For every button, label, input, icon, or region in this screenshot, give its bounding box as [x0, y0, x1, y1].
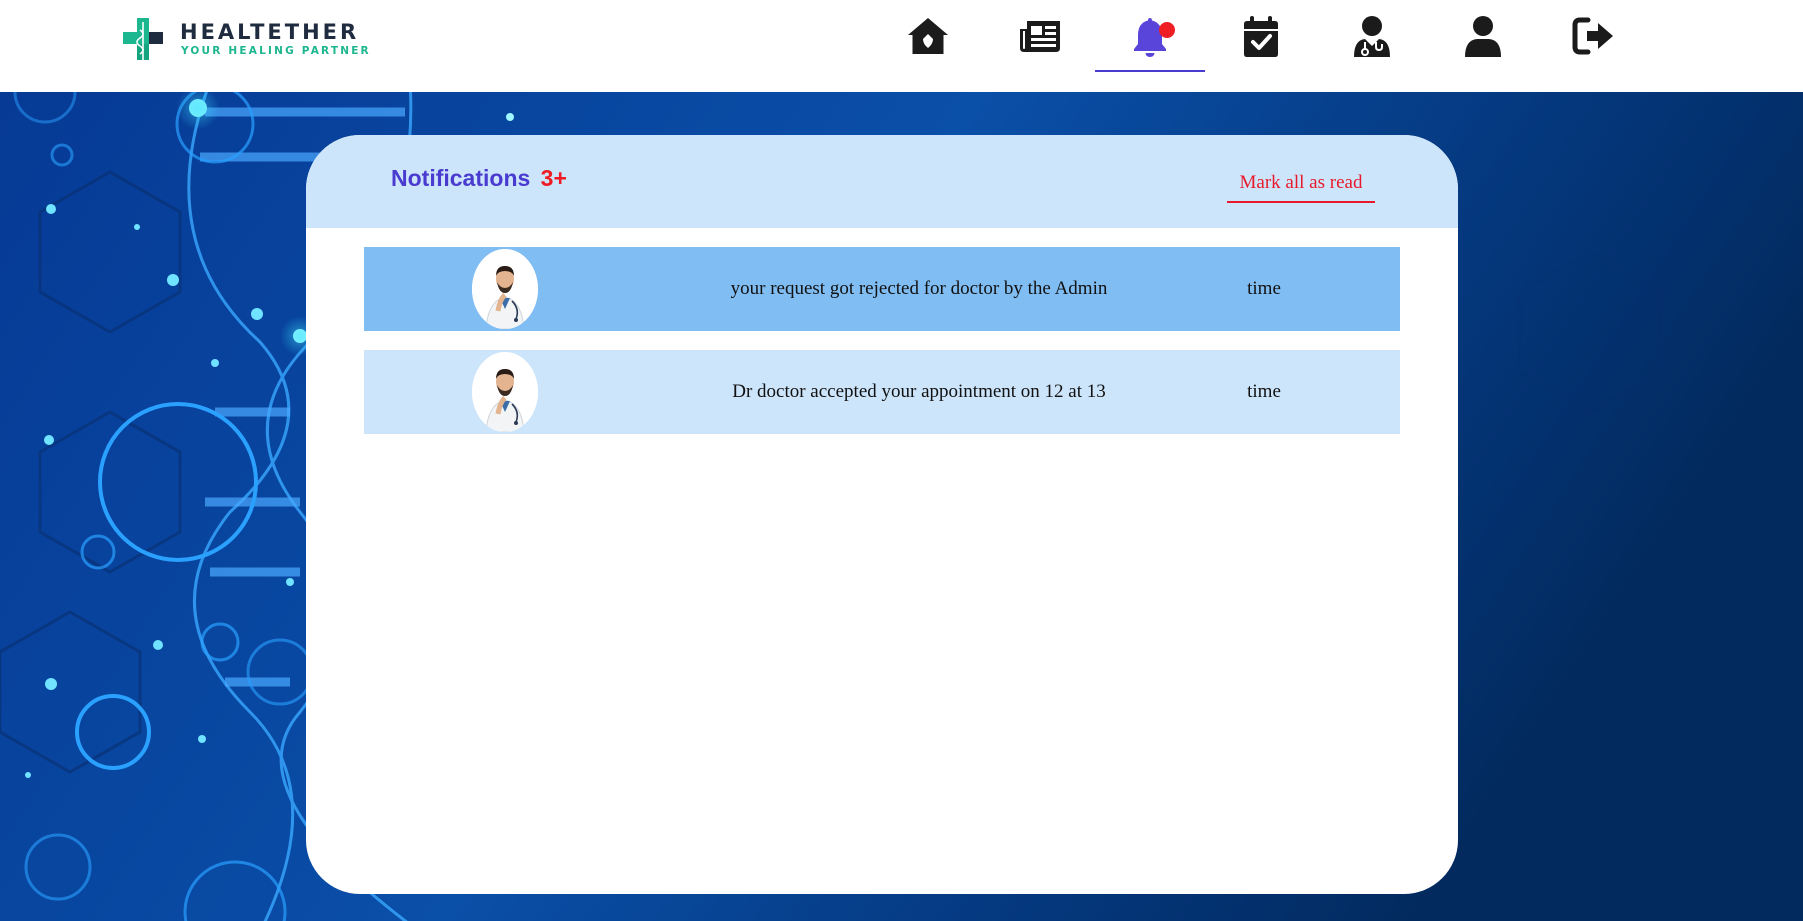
notification-item[interactable]: your request got rejected for doctor by …	[364, 247, 1400, 331]
notification-indicator	[1159, 22, 1175, 38]
nav-doctors[interactable]	[1317, 0, 1427, 72]
calendar-check-icon	[1244, 16, 1278, 57]
notification-time: time	[1247, 381, 1281, 402]
notification-item[interactable]: Dr doctor accepted your appointment on 1…	[364, 350, 1400, 434]
notification-message: your request got rejected for doctor by …	[730, 278, 1108, 299]
top-navbar: HEALTETHER YOUR HEALING PARTNER	[0, 0, 1803, 92]
nav-profile[interactable]	[1428, 0, 1538, 72]
nav-appointments[interactable]	[1206, 0, 1316, 72]
notification-message: Dr doctor accepted your appointment on 1…	[732, 381, 1106, 402]
notifications-panel: Notifications 3+ Mark all as read your r…	[306, 135, 1458, 894]
notification-time: time	[1247, 278, 1281, 299]
user-doctor-icon	[1354, 16, 1390, 57]
notifications-count-badge: 3+	[540, 165, 567, 191]
nav-news[interactable]	[985, 0, 1095, 72]
main-nav	[0, 0, 1803, 92]
notifications-header: Notifications 3+ Mark all as read	[306, 135, 1458, 228]
doctor-avatar	[472, 352, 538, 432]
doctor-avatar	[472, 249, 538, 329]
sign-out-icon	[1572, 17, 1613, 55]
nav-logout[interactable]	[1539, 0, 1649, 72]
notifications-list: your request got rejected for doctor by …	[364, 247, 1400, 453]
newspaper-icon	[1020, 21, 1060, 52]
notifications-title: Notifications 3+	[391, 165, 567, 192]
nav-notifications[interactable]	[1095, 0, 1205, 72]
house-icon	[908, 18, 948, 54]
mark-all-read-button[interactable]: Mark all as read	[1227, 165, 1375, 203]
user-icon	[1465, 16, 1501, 57]
notifications-title-text: Notifications	[391, 165, 531, 191]
nav-home[interactable]	[873, 0, 983, 72]
